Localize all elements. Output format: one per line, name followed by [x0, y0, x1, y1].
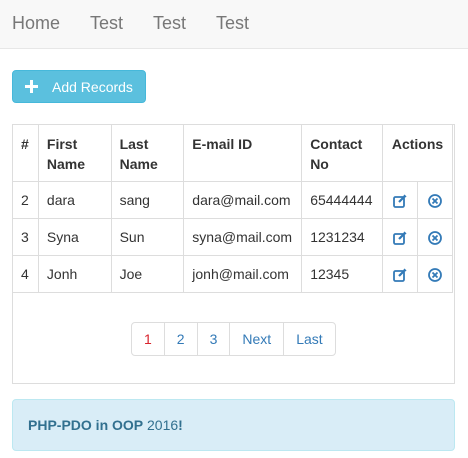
header-contact: Contact No — [301, 124, 384, 182]
page-1[interactable]: 1 — [132, 323, 164, 355]
header-last-name: Last Name — [110, 124, 185, 182]
footer-year: 2016 — [147, 417, 179, 433]
cell-first-name: Jonh — [37, 255, 112, 293]
nav-test-3[interactable]: Test — [216, 13, 249, 34]
remove-circle-icon[interactable] — [427, 267, 443, 283]
edit-icon[interactable] — [392, 193, 408, 209]
remove-circle-icon[interactable] — [427, 230, 443, 246]
records-panel: # First Name Last Name E-mail ID Contact No… — [12, 124, 455, 384]
table-row: 3 Syna Sun syna@mail.com 1231234 — [12, 218, 453, 256]
pagination: 1 2 3 Next Last — [131, 322, 336, 356]
add-records-label: Add Records — [52, 79, 133, 95]
cell-delete — [417, 255, 453, 293]
header-id: # — [12, 124, 39, 182]
header-email: E-mail ID — [183, 124, 303, 182]
footer-alert: PHP-PDO in OOP 2016! — [12, 399, 455, 451]
nav-test-2[interactable]: Test — [153, 13, 186, 34]
cell-id: 4 — [12, 255, 39, 293]
table-row: 2 dara sang dara@mail.com 65444444 — [12, 181, 453, 219]
cell-edit — [382, 255, 418, 293]
cell-last-name: Joe — [110, 255, 185, 293]
nav-test-1[interactable]: Test — [90, 13, 123, 34]
cell-first-name: dara — [37, 181, 112, 219]
header-actions: Actions — [382, 124, 453, 182]
table-header-row: # First Name Last Name E-mail ID Contact No… — [12, 124, 453, 182]
cell-email: syna@mail.com — [183, 218, 303, 256]
footer-exclaim: ! — [178, 417, 183, 433]
cell-email: dara@mail.com — [183, 181, 303, 219]
cell-contact: 12345 — [301, 255, 384, 293]
cell-contact: 1231234 — [301, 218, 384, 256]
nav-home[interactable]: Home — [12, 13, 60, 34]
header-first-name: First Name — [37, 124, 112, 182]
footer-text: PHP-PDO in OOP 2016! — [28, 417, 183, 433]
cell-email: jonh@mail.com — [183, 255, 303, 293]
cell-last-name: Sun — [110, 218, 185, 256]
records-table: # First Name Last Name E-mail ID Contact No… — [12, 124, 453, 293]
add-records-button[interactable]: Add Records — [12, 70, 146, 103]
cell-edit — [382, 181, 418, 219]
table-row: 4 Jonh Joe jonh@mail.com 12345 — [12, 255, 453, 293]
cell-delete — [417, 218, 453, 256]
edit-icon[interactable] — [392, 230, 408, 246]
page-last[interactable]: Last — [283, 323, 334, 355]
cell-edit — [382, 218, 418, 256]
cell-id: 2 — [12, 181, 39, 219]
page-next[interactable]: Next — [229, 323, 283, 355]
page-2[interactable]: 2 — [163, 323, 197, 355]
cell-id: 3 — [12, 218, 39, 256]
navbar: Home Test Test Test — [0, 0, 468, 49]
cell-contact: 65444444 — [301, 181, 384, 219]
plus-icon — [25, 80, 38, 93]
remove-circle-icon[interactable] — [427, 193, 443, 209]
page-3[interactable]: 3 — [196, 323, 230, 355]
footer-bold-text: PHP-PDO in OOP — [28, 417, 144, 433]
cell-delete — [417, 181, 453, 219]
cell-first-name: Syna — [37, 218, 112, 256]
cell-last-name: sang — [110, 181, 185, 219]
edit-icon[interactable] — [392, 267, 408, 283]
